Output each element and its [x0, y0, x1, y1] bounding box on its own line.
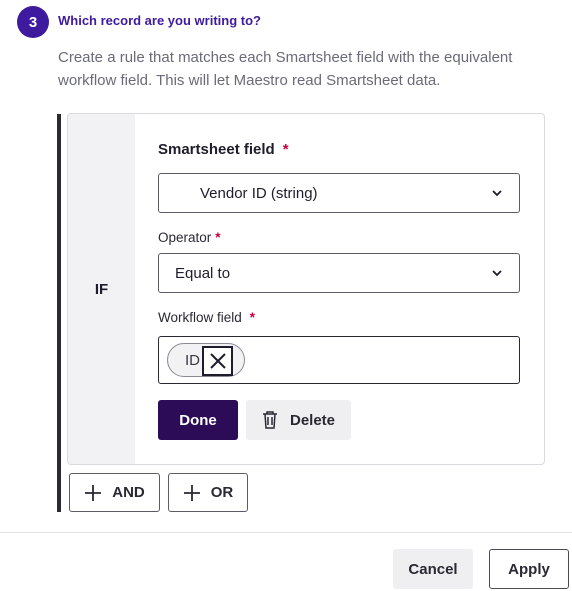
smartsheet-field-label: Smartsheet field *	[158, 141, 289, 158]
required-marker: *	[215, 230, 221, 245]
chip-label: ID	[185, 352, 200, 369]
add-or-button[interactable]: OR	[168, 473, 248, 512]
operator-select[interactable]: Equal to	[158, 253, 520, 293]
footer-divider	[0, 532, 572, 533]
delete-button-label: Delete	[289, 411, 336, 429]
operator-label-text: Operator	[158, 230, 212, 245]
cancel-button[interactable]: Cancel	[393, 549, 473, 589]
smartsheet-field-value: Vendor ID (string)	[200, 184, 318, 202]
rule-card: IF Smartsheet field * Vendor ID (string) …	[67, 113, 545, 465]
step-description: Create a rule that matches each Smartshe…	[58, 49, 513, 89]
operator-value: Equal to	[175, 264, 231, 282]
workflow-field-input[interactable]: ID	[158, 336, 520, 384]
plus-icon	[183, 484, 200, 501]
operator-label: Operator *	[158, 230, 221, 245]
step-number-badge: 3	[17, 6, 49, 38]
if-column: IF	[68, 114, 135, 464]
trash-icon	[262, 411, 277, 429]
smartsheet-field-select[interactable]: Vendor ID (string)	[158, 173, 520, 213]
or-button-label: OR	[210, 484, 234, 501]
step-title: Which record are you writing to?	[58, 13, 261, 28]
done-button[interactable]: Done	[158, 400, 238, 440]
chevron-down-icon	[492, 270, 502, 277]
and-button-label: AND	[112, 484, 145, 501]
add-and-button[interactable]: AND	[69, 473, 160, 512]
required-marker: *	[249, 310, 256, 325]
close-icon[interactable]	[202, 346, 233, 376]
workflow-field-label-text: Workflow field	[158, 310, 242, 325]
chevron-down-icon	[492, 190, 502, 197]
apply-button[interactable]: Apply	[489, 549, 569, 589]
workflow-field-chip: ID	[167, 343, 245, 377]
delete-button[interactable]: Delete	[246, 400, 351, 440]
apply-button-label: Apply	[508, 560, 550, 578]
rule-group-bar	[57, 114, 61, 512]
smartsheet-field-label-text: Smartsheet field	[158, 141, 275, 158]
required-marker: *	[282, 141, 289, 158]
cancel-button-label: Cancel	[408, 560, 458, 578]
workflow-field-label: Workflow field *	[158, 310, 255, 325]
if-label: IF	[94, 280, 109, 298]
plus-icon	[85, 484, 102, 501]
done-button-label: Done	[179, 411, 217, 429]
